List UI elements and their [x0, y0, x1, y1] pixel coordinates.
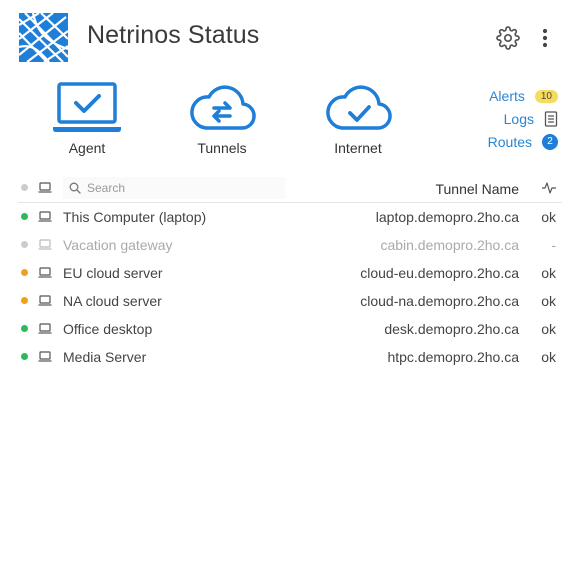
connection-status: ok — [541, 349, 556, 365]
tunnel-name-header[interactable]: Tunnel Name — [435, 181, 519, 197]
laptop-icon — [38, 267, 52, 278]
status-dot — [21, 213, 28, 220]
tunnel-table: Tunnel Name This Computer (laptop) laptop… — [18, 174, 562, 371]
cloud-check-icon — [326, 85, 392, 130]
activity-icon[interactable] — [542, 182, 556, 194]
connection-status: ok — [541, 209, 556, 225]
table-row[interactable]: Office desktop desk.demopro.2ho.ca ok — [18, 315, 562, 343]
search-box — [63, 177, 285, 199]
header: Netrinos Status — [0, 0, 582, 78]
status-tunnels-label: Tunnels — [197, 140, 247, 156]
status-dot — [21, 297, 28, 304]
device-name: Vacation gateway — [63, 237, 173, 253]
table-row[interactable]: EU cloud server cloud-eu.demopro.2ho.ca ok — [18, 259, 562, 287]
laptop-icon — [38, 182, 52, 193]
document-icon — [544, 111, 558, 127]
laptop-icon — [38, 351, 52, 362]
connection-status: ok — [541, 321, 556, 337]
status-agent[interactable]: Agent — [37, 82, 137, 156]
tunnel-name: desk.demopro.2ho.ca — [384, 321, 519, 337]
table-row[interactable]: Vacation gateway cabin.demopro.2ho.ca - — [18, 231, 562, 259]
laptop-check-icon — [53, 82, 121, 132]
tunnel-name: cloud-eu.demopro.2ho.ca — [360, 265, 519, 281]
laptop-icon — [38, 295, 52, 306]
search-icon — [69, 182, 81, 194]
tunnel-name: cloud-na.demopro.2ho.ca — [360, 293, 519, 309]
status-tunnels[interactable]: Tunnels — [172, 82, 272, 156]
laptop-icon — [38, 323, 52, 334]
cloud-sync-icon — [190, 85, 256, 130]
status-dot — [21, 353, 28, 360]
search-input[interactable] — [87, 177, 277, 199]
tunnel-name: cabin.demopro.2ho.ca — [380, 237, 519, 253]
device-name: NA cloud server — [63, 293, 162, 309]
app-title: Netrinos Status — [87, 21, 260, 49]
routes-label[interactable]: Routes — [488, 134, 532, 150]
tunnel-name: laptop.demopro.2ho.ca — [375, 209, 519, 225]
alerts-count-badge: 10 — [534, 89, 558, 103]
status-dot — [21, 269, 28, 276]
connection-status: - — [551, 237, 556, 253]
table-body: This Computer (laptop) laptop.demopro.2ho… — [18, 203, 562, 371]
status-dot-header — [21, 184, 28, 191]
table-header: Tunnel Name — [18, 174, 562, 203]
status-internet[interactable]: Internet — [308, 82, 408, 156]
alerts-link[interactable]: Alerts 10 — [489, 86, 558, 106]
netrinos-logo — [19, 13, 68, 62]
laptop-icon — [38, 239, 52, 250]
device-name: Media Server — [63, 349, 147, 365]
alerts-label[interactable]: Alerts — [489, 88, 525, 104]
status-dot — [21, 325, 28, 332]
device-name: EU cloud server — [63, 265, 163, 281]
routes-link[interactable]: Routes 2 — [488, 132, 558, 152]
device-name: Office desktop — [63, 321, 153, 337]
tunnel-name: htpc.demopro.2ho.ca — [387, 349, 519, 365]
more-menu-icon[interactable] — [535, 26, 555, 50]
table-row[interactable]: NA cloud server cloud-na.demopro.2ho.ca ok — [18, 287, 562, 315]
connection-status: ok — [541, 265, 556, 281]
status-agent-label: Agent — [68, 140, 106, 156]
logs-link[interactable]: Logs — [504, 109, 558, 129]
gear-icon[interactable] — [496, 26, 520, 50]
logs-label[interactable]: Logs — [504, 111, 534, 127]
laptop-icon — [38, 211, 52, 222]
table-row[interactable]: Media Server htpc.demopro.2ho.ca ok — [18, 343, 562, 371]
status-dot — [21, 241, 28, 248]
routes-count-badge: 2 — [542, 134, 558, 150]
connection-status: ok — [541, 293, 556, 309]
table-row[interactable]: This Computer (laptop) laptop.demopro.2ho… — [18, 203, 562, 231]
device-name: This Computer (laptop) — [63, 209, 207, 225]
status-internet-label: Internet — [334, 140, 382, 156]
